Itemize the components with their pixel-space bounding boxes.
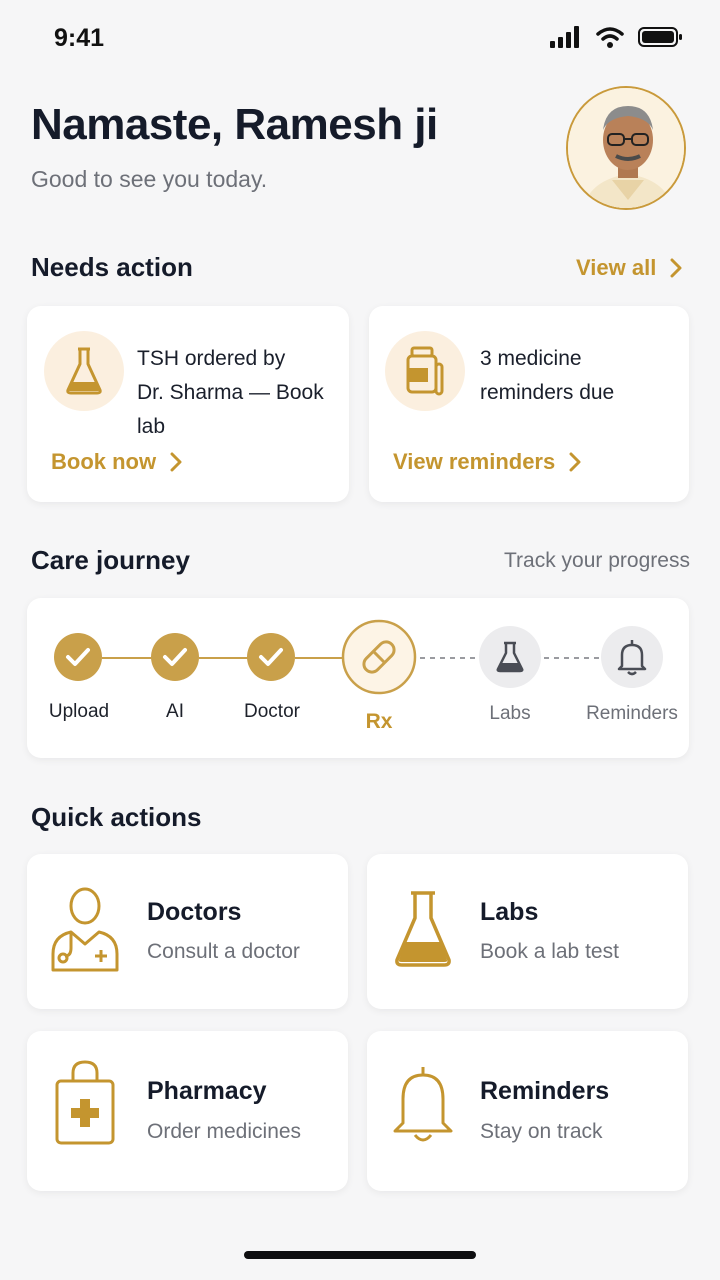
pharmacy-bag-icon [55,1060,115,1145]
check-icon [247,633,295,681]
view-all-link[interactable]: View all [576,255,682,281]
view-reminders-link[interactable]: View reminders [393,449,581,475]
action-text: 3 medicine reminders due [480,347,615,404]
quick-action-subtitle: Order medicines [147,1120,302,1143]
view-all-label: View all [576,255,657,280]
check-icon [151,633,199,681]
book-now-link[interactable]: Book now [51,449,182,475]
step-doctor-icon [247,633,295,686]
chevron-right-icon [569,452,581,472]
step-reminders-icon [601,626,663,693]
quick-action-title: Labs [480,898,539,926]
quick-action-title: Pharmacy [147,1077,267,1105]
action-card-reminders[interactable]: 3 medicine reminders due View reminders [369,306,689,502]
action-icon-wrap [44,331,124,411]
quick-action-reminders[interactable]: Reminders Stay on track [367,1031,688,1191]
greeting-title: Namaste, Ramesh ji [31,100,438,149]
medicine-bottle-icon [406,346,444,396]
bell-icon [601,626,663,688]
step-ai-icon [151,633,199,686]
step-label-labs: Labs [489,703,531,724]
care-journey-card: Upload AI Doctor Rx Labs Reminders [27,598,689,758]
quick-action-title: Reminders [480,1077,610,1105]
quick-action-pharmacy[interactable]: Pharmacy Order medicines [27,1031,348,1191]
quick-action-title: Doctors [147,898,242,926]
quick-action-subtitle: Stay on track [480,1120,603,1143]
quick-action-doctors[interactable]: Doctors Consult a doctor [27,854,348,1009]
chevron-right-icon [170,452,182,472]
signal-icon [550,26,579,48]
step-label-doctor: Doctor [244,701,300,722]
status-time: 9:41 [54,24,105,52]
wifi-icon [596,27,624,48]
pill-icon [341,619,417,695]
status-icons [550,26,684,48]
flask-icon [395,891,451,967]
doctor-icon [51,887,119,972]
home-indicator[interactable] [244,1251,476,1259]
status-bar: 9:41 [0,0,720,80]
quick-actions-title: Quick actions [31,802,202,832]
step-label-rx: Rx [365,710,393,733]
greeting: Namaste, Ramesh ji Good to see you today… [31,100,438,193]
step-label-reminders: Reminders [586,703,678,724]
flask-icon [66,347,102,395]
quick-action-subtitle: Consult a doctor [147,940,300,963]
flask-icon [479,626,541,688]
chevron-right-icon [670,258,682,278]
avatar-portrait [568,88,684,208]
avatar[interactable] [566,86,686,210]
care-journey-title: Care journey [31,545,190,575]
step-rx-icon[interactable] [341,618,417,701]
action-text: TSH ordered by Dr. Sharma — Book lab [137,347,324,438]
care-journey-subtitle: Track your progress [504,549,690,572]
quick-action-subtitle: Book a lab test [480,940,619,963]
bell-icon [393,1067,453,1142]
step-labs-icon [479,626,541,693]
action-card-tsh[interactable]: TSH ordered by Dr. Sharma — Book lab Boo… [27,306,349,502]
greeting-subtitle: Good to see you today. [31,166,268,192]
needs-action-title: Needs action [31,252,193,282]
check-icon [54,633,102,681]
battery-icon [638,27,682,47]
step-upload-icon [54,633,102,686]
action-icon-wrap [385,331,465,411]
quick-action-labs[interactable]: Labs Book a lab test [367,854,688,1009]
